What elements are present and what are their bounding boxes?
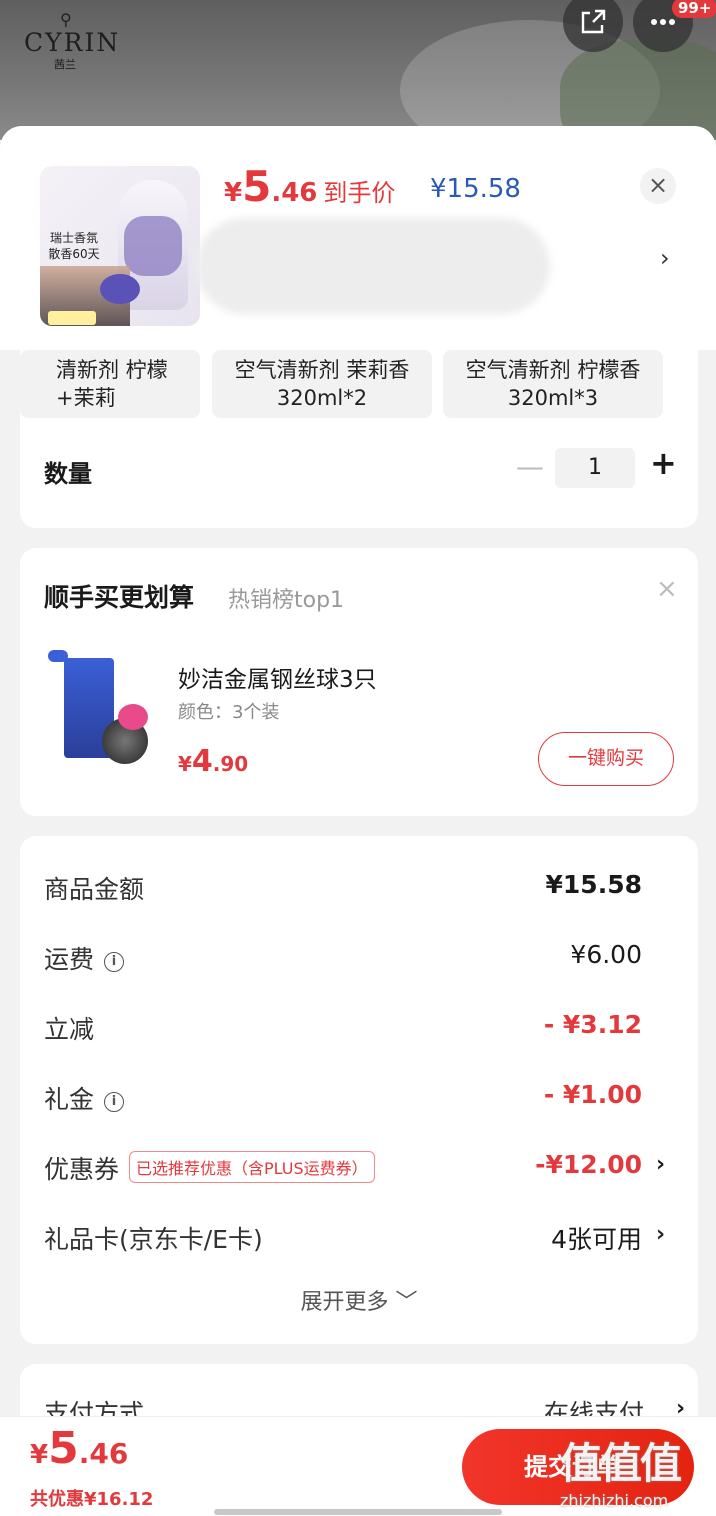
close-button[interactable]: × [640,168,676,204]
price-integer: 5 [242,162,272,211]
summary-value: -¥12.00 [535,1150,642,1179]
home-indicator [214,1509,502,1515]
order-sheet: 瑞士香氛 散香60天 ¥5.46 到手价 ¥15.58 × › 清新剂 柠檬+茉莉… [0,126,716,1516]
summary-label-wrap: 礼金 i [44,1080,125,1116]
upsell-close-icon[interactable]: × [656,574,678,604]
summary-value: - ¥3.12 [543,1010,642,1039]
info-icon[interactable]: i [104,1092,125,1112]
product-liquid-graphic [124,216,182,276]
quantity-decrease-button[interactable]: — [516,450,544,483]
upsell-price-integer: 4 [191,744,213,779]
price-summary-card: 商品金额 ¥15.58 运费 i ¥6.00 立减 - ¥3.12 礼金 i - ¥… [20,836,698,1344]
info-icon[interactable]: i [104,952,125,972]
backdrop-decoration [560,40,716,140]
summary-value: - ¥1.00 [543,1080,642,1109]
product-page-backdrop: ⚲ CYRIN 茜兰 99+ [0,0,716,140]
summary-label-wrap: 运费 i [44,940,125,976]
summary-row-shipping: 运费 i ¥6.00 [20,932,698,982]
price-decimal: .46 [271,178,318,208]
chevron-right-icon[interactable]: › [656,1222,665,1247]
thumbnail-tagline: 瑞士香氛 散香60天 [48,231,100,261]
product-thumbnail[interactable]: 瑞士香氛 散香60天 [40,166,200,326]
upsell-product-image[interactable] [46,648,150,766]
brand-mark-icon: ⚲ [60,10,72,29]
summary-value: 4张可用 [551,1225,642,1254]
quantity-increase-button[interactable]: + [650,444,677,482]
spec-option[interactable]: 空气清新剂 茉莉香320ml*2 [212,350,432,418]
spec-option[interactable]: 清新剂 柠檬+茉莉 [20,350,200,418]
total-price: ¥5.46 [30,1423,128,1474]
upsell-price-currency: ¥ [178,752,192,776]
summary-value: ¥15.58 [545,870,642,899]
upsell-price-decimal: .90 [212,752,249,776]
upsell-count-badge-graphic [118,704,148,730]
watermark: 值值值 zhizhizhi.com [560,1430,710,1510]
price-label: 到手价 [323,179,396,207]
summary-label: 礼品卡(京东卡/E卡) [44,1225,263,1254]
original-price: ¥15.58 [430,174,521,204]
summary-label: 礼金 [44,1085,95,1114]
final-price: ¥5.46 到手价 [224,162,395,211]
quantity-input[interactable]: 1 [555,448,635,488]
brand-name: CYRIN [24,28,121,57]
upsell-card: 顺手买更划算 热销榜top1 × 妙洁金属钢丝球3只 颜色：3个装 ¥4.90 … [20,548,698,816]
share-icon [581,9,606,34]
spec-card: 清新剂 柠檬+茉莉 空气清新剂 茉莉香320ml*2 空气清新剂 柠檬香320m… [20,326,698,528]
upsell-product-attr: 颜色：3个装 [178,702,280,723]
total-currency: ¥ [30,1440,49,1470]
chevron-right-icon[interactable]: › [660,244,670,272]
summary-row-gift-card[interactable]: 礼品卡(京东卡/E卡) 4张可用 › [20,1212,698,1262]
summary-row-discount: 立减 - ¥3.12 [20,1002,698,1052]
total-decimal: .46 [78,1437,129,1470]
sheet-header: 瑞士香氛 散香60天 ¥5.46 到手价 ¥15.58 × › [0,126,716,350]
thumbnail-cta-graphic [48,311,96,325]
summary-label: 优惠券 [44,1155,120,1184]
chevron-right-icon[interactable]: › [656,1152,665,1177]
upsell-price: ¥4.90 [178,744,248,779]
summary-row-gift-cash: 礼金 i - ¥1.00 [20,1072,698,1122]
summary-row-goods: 商品金额 ¥15.58 [20,862,698,912]
summary-label: 商品金额 [44,875,145,904]
redacted-spec-text [196,218,550,314]
watermark-logo: 值值值 [560,1439,682,1488]
summary-row-coupon[interactable]: 优惠券 已选推荐优惠（含PLUS运费券） -¥12.00 › [20,1142,698,1192]
summary-label: 立减 [44,1015,95,1044]
upsell-product-name[interactable]: 妙洁金属钢丝球3只 [178,660,377,694]
total-integer: 5 [48,1423,79,1474]
summary-label-wrap: 优惠券 已选推荐优惠（含PLUS运费券） [44,1150,375,1186]
brand-logo: ⚲ CYRIN 茜兰 [24,10,124,71]
one-click-buy-button[interactable]: 一键购买 [538,732,674,786]
summary-label: 运费 [44,945,95,974]
price-currency: ¥ [224,178,243,208]
expand-more-button[interactable]: 展开更多 ﹀ [20,1284,698,1316]
coupon-tag: 已选推荐优惠（含PLUS运费券） [129,1151,375,1183]
brand-subname: 茜兰 [54,58,76,71]
thumbnail-flower-graphic [100,274,140,304]
quantity-label: 数量 [44,460,92,488]
spec-option[interactable]: 空气清新剂 柠檬香320ml*3 [443,350,663,418]
upsell-title: 顺手买更划算 [44,583,195,612]
upsell-subtitle: 热销榜top1 [228,588,345,613]
total-saved: 共优惠¥16.12 [30,1489,154,1510]
notification-badge: 99+ [672,0,716,18]
watermark-url: zhizhizhi.com [560,1491,669,1510]
summary-value: ¥6.00 [570,940,642,969]
